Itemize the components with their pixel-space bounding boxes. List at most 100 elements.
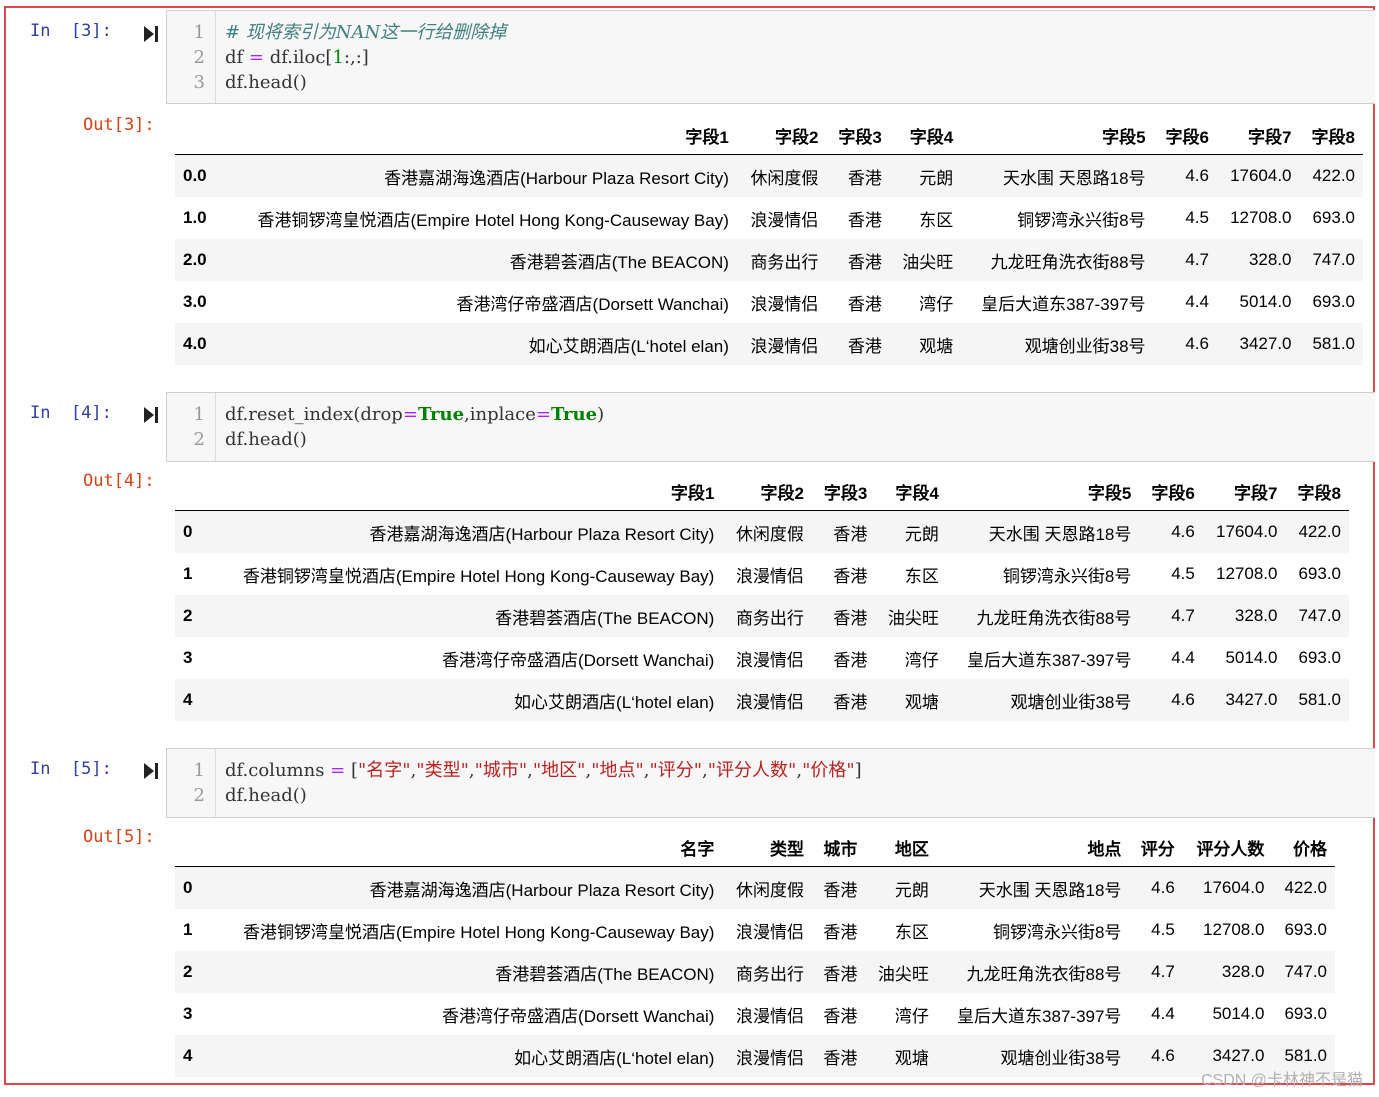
column-header: 字段7 (1216, 116, 1300, 155)
table-cell: 元朗 (919, 168, 954, 188)
code-token: [ (345, 760, 358, 781)
table-cell: 香港 (823, 1006, 858, 1026)
run-cell-icon[interactable] (143, 405, 159, 425)
column-header: 字段5 (946, 472, 1140, 511)
code-cell-4[interactable]: 1 df.reset_index(drop=True,inplace=True) 2… (166, 392, 1375, 462)
code-token: "评分人数" (707, 760, 797, 781)
cell-5-out-prompt: Out[5]: (83, 827, 155, 847)
code-line[interactable]: 1 df.columns = ["名字","类型","城市","地区","地点",… (167, 759, 1375, 783)
code-token: ) (597, 404, 605, 425)
table-cell: 香港 (847, 294, 882, 314)
table-cell: 香港碧荟酒店(The BEACON) (495, 608, 715, 628)
table-cell: 九龙旺角洗衣街88号 (990, 252, 1146, 272)
table-cell: 4.6 (1171, 690, 1195, 709)
table-row: 3 香港湾仔帝盛酒店(Dorsett Wanchai) 浪漫情侣 香港 湾仔 皇后大道东3… (175, 637, 1349, 679)
table-cell: 观塘创业街38号 (1024, 336, 1146, 356)
table-row: 4 如心艾朗酒店(L‘hotel elan) 浪漫情侣 香港 观塘 观塘创业街38号 4.6… (175, 679, 1349, 721)
code-token: df.head() (225, 72, 307, 93)
cell-3-in-prompt: In [3]: (30, 21, 112, 41)
table-cell: 3427.0 (1239, 334, 1292, 353)
code-token: df (225, 47, 249, 68)
table-cell: 581.0 (1312, 334, 1355, 353)
table-header-row: 字段1 字段2 字段3 字段4 字段5 字段6 字段7 字段8 (175, 116, 1363, 155)
code-line[interactable]: 3 df.head() (167, 71, 1375, 95)
code-token: :,:] (343, 47, 369, 68)
table-cell: 铜锣湾永兴街8号 (1002, 566, 1132, 586)
csdn-watermark: CSDN @卡林神不是猫 (1200, 1072, 1363, 1089)
table-cell: 4.4 (1151, 1004, 1175, 1023)
column-header: 字段1 (217, 116, 737, 155)
table-cell: 东区 (919, 210, 954, 230)
table-cell: 422.0 (1284, 878, 1327, 897)
code-token: "名字" (358, 760, 411, 781)
code-cell-5[interactable]: 1 df.columns = ["名字","类型","城市","地区","地点",… (166, 748, 1375, 818)
index-header (175, 472, 203, 511)
table-cell: 5014.0 (1225, 648, 1278, 667)
table-cell: 香港 (823, 922, 858, 942)
row-index: 1 (183, 920, 193, 939)
column-header: 城市 (812, 828, 866, 867)
code-token: = (248, 47, 264, 68)
code-line[interactable]: 2 df = df.iloc[1:,:] (167, 46, 1375, 70)
column-header: 地区 (865, 828, 937, 867)
line-number: 2 (193, 429, 205, 450)
table-cell: 17604.0 (1230, 166, 1292, 185)
code-token: "地点" (591, 760, 644, 781)
table-cell: 12708.0 (1216, 564, 1278, 583)
code-token: = (330, 760, 346, 781)
column-header: 字段4 (875, 472, 947, 511)
table-cell: 观塘创业街38号 (1010, 692, 1132, 712)
table-cell: 东区 (894, 922, 929, 942)
table-cell: 浪漫情侣 (736, 1048, 805, 1068)
code-line[interactable]: 1 df.reset_index(drop=True,inplace=True) (167, 403, 1375, 427)
output-dataframe-3: 字段1 字段2 字段3 字段4 字段5 字段6 字段7 字段8 0.0 香港嘉湖海逸酒店(Harb… (175, 116, 1363, 365)
column-header: 字段4 (889, 116, 962, 155)
code-token: ,inplace (464, 404, 536, 425)
table-cell: 4.6 (1151, 878, 1175, 897)
table-cell: 香港嘉湖海逸酒店(Harbour Plaza Resort City) (369, 524, 715, 544)
table-cell: 香港 (833, 524, 868, 544)
table-row: 2.0 香港碧荟酒店(The BEACON) 商务出行 香港 油尖旺 九龙旺角洗衣街88号… (175, 239, 1363, 281)
table-cell: 浪漫情侣 (736, 922, 805, 942)
row-index: 4 (183, 1046, 193, 1065)
table-cell: 湾仔 (919, 294, 954, 314)
table-cell: 天水围 天恩路18号 (1002, 168, 1146, 188)
table-cell: 香港 (847, 252, 882, 272)
column-header: 类型 (722, 828, 813, 867)
code-text: df.columns = ["名字","类型","城市","地区","地点","… (225, 759, 862, 783)
code-line[interactable]: 1 # 现将索引为NAN这一行给删除掉 (167, 21, 1375, 45)
run-cell-icon[interactable] (143, 761, 159, 781)
code-line[interactable]: 2 df.head() (167, 784, 1375, 808)
table-cell: 香港 (833, 692, 868, 712)
table-cell: 17604.0 (1202, 878, 1265, 897)
table-cell: 香港铜锣湾皇悦酒店(Empire Hotel Hong Kong-Causewa… (242, 566, 715, 586)
table-cell: 浪漫情侣 (750, 336, 819, 356)
column-header: 字段2 (722, 472, 812, 511)
table-cell: 328.0 (1234, 606, 1278, 625)
table-cell: 747.0 (1312, 250, 1355, 269)
table-cell: 422.0 (1298, 522, 1341, 541)
table-cell: 4.5 (1185, 208, 1209, 227)
cell-4-in-prompt: In [4]: (30, 403, 112, 423)
code-cell-3[interactable]: 1 # 现将索引为NAN这一行给删除掉 2 df = df.iloc[1:,:] 3 df… (166, 10, 1375, 104)
table-cell: 皇后大道东387-397号 (957, 1006, 1122, 1026)
code-token: True (417, 404, 465, 425)
code-line[interactable]: 2 df.head() (167, 428, 1375, 452)
run-cell-icon[interactable] (143, 24, 159, 44)
column-header: 评分 (1129, 828, 1183, 867)
code-token: = (402, 404, 418, 425)
table-cell: 香港 (833, 650, 868, 670)
table-cell: 香港 (823, 964, 858, 984)
table-cell: 九龙旺角洗衣街88号 (976, 608, 1132, 628)
cell-3-out-prompt: Out[3]: (83, 115, 155, 135)
table-cell: 747.0 (1298, 606, 1341, 625)
table-cell: 4.6 (1185, 334, 1209, 353)
table-cell: 九龙旺角洗衣街88号 (966, 964, 1122, 984)
table-cell: 休闲度假 (736, 880, 805, 900)
table-cell: 693.0 (1284, 920, 1327, 939)
code-token: = (535, 404, 551, 425)
row-index: 2.0 (183, 250, 207, 269)
table-cell: 观塘创业街38号 (1000, 1048, 1122, 1068)
table-header-row: 名字 类型 城市 地区 地点 评分 评分人数 价格 (175, 828, 1335, 867)
table-cell: 香港嘉湖海逸酒店(Harbour Plaza Resort City) (384, 168, 729, 188)
